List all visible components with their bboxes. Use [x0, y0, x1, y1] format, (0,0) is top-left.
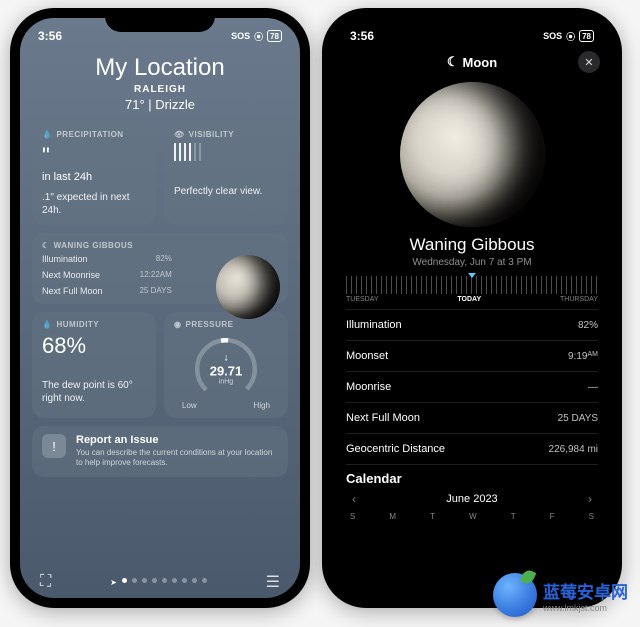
humidity-note: The dew point is 60° right now. — [42, 379, 146, 405]
moon-header: WANING GIBBOUS — [54, 241, 133, 250]
visibility-card[interactable]: 👁 VISIBILITY Perfectly clear view. — [164, 122, 288, 225]
moon-val: 82% — [156, 254, 172, 264]
moon-screen: 3:56 SOS ⦿ 78 ☾ Moon ✕ Waning Gibbous Wed… — [332, 18, 612, 598]
calendar-days: S M T W T F S — [332, 508, 612, 521]
humidity-header: HUMIDITY — [56, 320, 99, 329]
moon-timeline[interactable]: TUESDAY TODAY THURSDAY — [332, 276, 612, 303]
map-icon[interactable]: ⛶ — [40, 573, 51, 591]
location-conditions: 71° | Drizzle — [20, 97, 300, 112]
report-icon: ! — [42, 434, 66, 458]
calendar-month-selector: ‹ June 2023 › — [332, 490, 612, 508]
moon-val: 25 DAYS — [139, 286, 171, 296]
status-time: 3:56 — [38, 29, 62, 43]
detail-label: Illumination — [346, 319, 402, 331]
humidity-card[interactable]: 💧 HUMIDITY 68% The dew point is 60° right… — [32, 312, 156, 418]
moon-icon: ☾ — [42, 241, 50, 250]
detail-label: Moonrise — [346, 381, 391, 393]
location-header: My Location RALEIGH 71° | Drizzle — [20, 48, 300, 122]
droplet-icon: 💧 — [42, 130, 52, 139]
pressure-value: 29.71 — [210, 364, 243, 379]
precip-period: in last 24h — [42, 171, 146, 183]
watermark: 蓝莓安卓网 www.lmkjst.com — [493, 573, 628, 617]
watermark-logo — [493, 573, 537, 617]
eye-icon: 👁 — [174, 130, 185, 139]
detail-label: Moonset — [346, 350, 388, 362]
moon-label: Illumination — [42, 254, 88, 264]
humidity-icon: 💧 — [42, 320, 52, 329]
pressure-gauge: ↓ 29.71 inHg — [190, 333, 262, 405]
detail-label: Next Full Moon — [346, 412, 420, 424]
detail-row: Moonset 9:19AM — [332, 341, 612, 371]
moon-card[interactable]: ☾ WANING GIBBOUS Illumination 82% Next Moo… — [32, 233, 288, 304]
report-title: Report an Issue — [76, 434, 278, 446]
list-icon[interactable]: ☰ — [266, 572, 280, 592]
timeline-next: THURSDAY — [560, 296, 598, 303]
detail-row: Illumination 82% — [332, 310, 612, 340]
close-button[interactable]: ✕ — [578, 51, 600, 73]
notch — [105, 8, 215, 32]
pressure-header: PRESSURE — [185, 320, 233, 329]
wifi-icon: ⦿ — [254, 30, 263, 43]
detail-row: Moonrise — — [332, 372, 612, 402]
location-arrow-icon: ➤ — [110, 578, 117, 587]
timeline-ruler — [346, 276, 598, 294]
chevron-left-icon[interactable]: ‹ — [352, 492, 356, 506]
status-time: 3:56 — [350, 29, 374, 43]
sos-label: SOS — [543, 31, 562, 41]
moon-label: Next Moonrise — [42, 270, 100, 280]
wifi-icon: ⦿ — [566, 30, 575, 43]
pressure-card[interactable]: ◉PRESSURE ↓ 29.71 inHg LowHigh — [164, 312, 288, 418]
precip-card[interactable]: 💧 PRECIPITATION " in last 24h .1" expecte… — [32, 122, 156, 225]
detail-value: 82% — [578, 320, 598, 331]
moon-icon: ☾ — [447, 54, 459, 70]
precip-note: .1" expected in next 24h. — [42, 191, 146, 217]
detail-value: 25 DAYS — [558, 413, 598, 424]
notch — [417, 8, 527, 32]
visibility-header: VISIBILITY — [189, 130, 234, 139]
calendar-title: Calendar — [332, 465, 612, 490]
moon-label: Next Full Moon — [42, 286, 103, 296]
detail-value: 226,984 mi — [549, 444, 598, 455]
visibility-bars — [174, 143, 278, 161]
arrow-down-icon: ↓ — [210, 353, 243, 364]
visibility-note: Perfectly clear view. — [174, 185, 278, 198]
detail-value: — — [588, 382, 598, 393]
detail-row: Next Full Moon 25 DAYS — [332, 403, 612, 433]
detail-label: Geocentric Distance — [346, 443, 445, 455]
humidity-value: 68% — [42, 333, 146, 359]
location-title: My Location — [20, 54, 300, 82]
weather-screen: 3:56 SOS ⦿ 78 My Location RALEIGH 71° | … — [20, 18, 300, 598]
phase-title: Waning Gibbous — [332, 235, 612, 255]
status-right: SOS ⦿ 78 — [231, 30, 282, 43]
calendar-month: June 2023 — [446, 493, 497, 505]
phone-weather: 3:56 SOS ⦿ 78 My Location RALEIGH 71° | … — [10, 8, 310, 608]
timeline-today: TODAY — [457, 296, 481, 303]
report-text: You can describe the current conditions … — [76, 448, 278, 469]
moon-image — [216, 255, 280, 319]
page-indicator[interactable]: ➤ — [110, 578, 207, 587]
precip-header: PRECIPITATION — [56, 130, 123, 139]
chevron-right-icon[interactable]: › — [588, 492, 592, 506]
timeline-prev: TUESDAY — [346, 296, 379, 303]
moon-detail-header: ☾ Moon ✕ — [332, 48, 612, 78]
status-right: SOS ⦿ 78 — [543, 30, 594, 43]
report-card[interactable]: ! Report an Issue You can describe the c… — [32, 426, 288, 477]
watermark-url: www.lmkjst.com — [543, 603, 628, 613]
moon-header-title: Moon — [463, 55, 498, 70]
moon-large-image — [400, 82, 545, 227]
detail-value: 9:19AM — [568, 351, 598, 362]
phone-moon: 3:56 SOS ⦿ 78 ☾ Moon ✕ Waning Gibbous Wed… — [322, 8, 622, 608]
sos-label: SOS — [231, 31, 250, 41]
moon-val: 12:22AM — [140, 270, 172, 280]
watermark-name: 蓝莓安卓网 — [543, 578, 628, 603]
precip-value: " — [42, 143, 146, 169]
battery-icon: 78 — [267, 30, 282, 42]
pressure-unit: inHg — [210, 379, 243, 386]
battery-icon: 78 — [579, 30, 594, 42]
phase-date: Wednesday, Jun 7 at 3 PM — [332, 257, 612, 268]
bottom-bar: ⛶ ➤ ☰ — [20, 572, 300, 592]
detail-row: Geocentric Distance 226,984 mi — [332, 434, 612, 464]
location-city: RALEIGH — [20, 84, 300, 95]
gauge-icon: ◉ — [174, 320, 181, 329]
